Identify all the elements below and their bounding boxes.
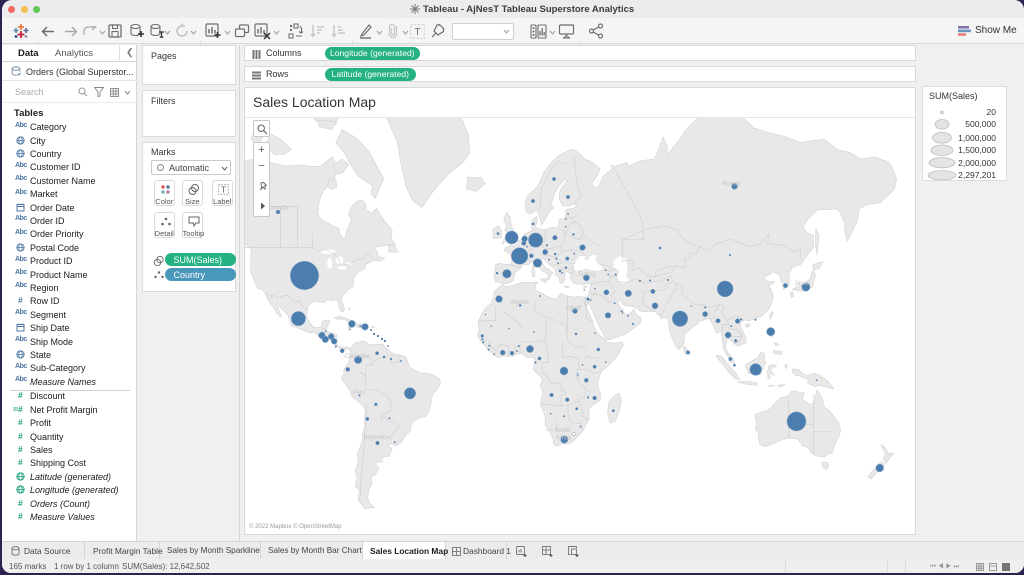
svg-text:Algeria: Algeria: [510, 300, 529, 306]
svg-text:Peru: Peru: [353, 390, 366, 396]
svg-text:Colombia: Colombia: [345, 354, 371, 360]
svg-text:Egypt: Egypt: [566, 306, 582, 312]
svg-text:Turkey: Turkey: [578, 272, 596, 278]
svg-text:Russia: Russia: [722, 182, 741, 188]
svg-text:South: South: [555, 428, 571, 434]
svg-text:T: T: [221, 185, 226, 194]
svg-text:Africa: Africa: [556, 436, 572, 442]
svg-text:Japan: Japan: [794, 281, 810, 287]
svg-text:Argentina: Argentina: [364, 435, 390, 441]
svg-text:Canada: Canada: [267, 206, 289, 212]
svg-text:T: T: [414, 27, 420, 38]
